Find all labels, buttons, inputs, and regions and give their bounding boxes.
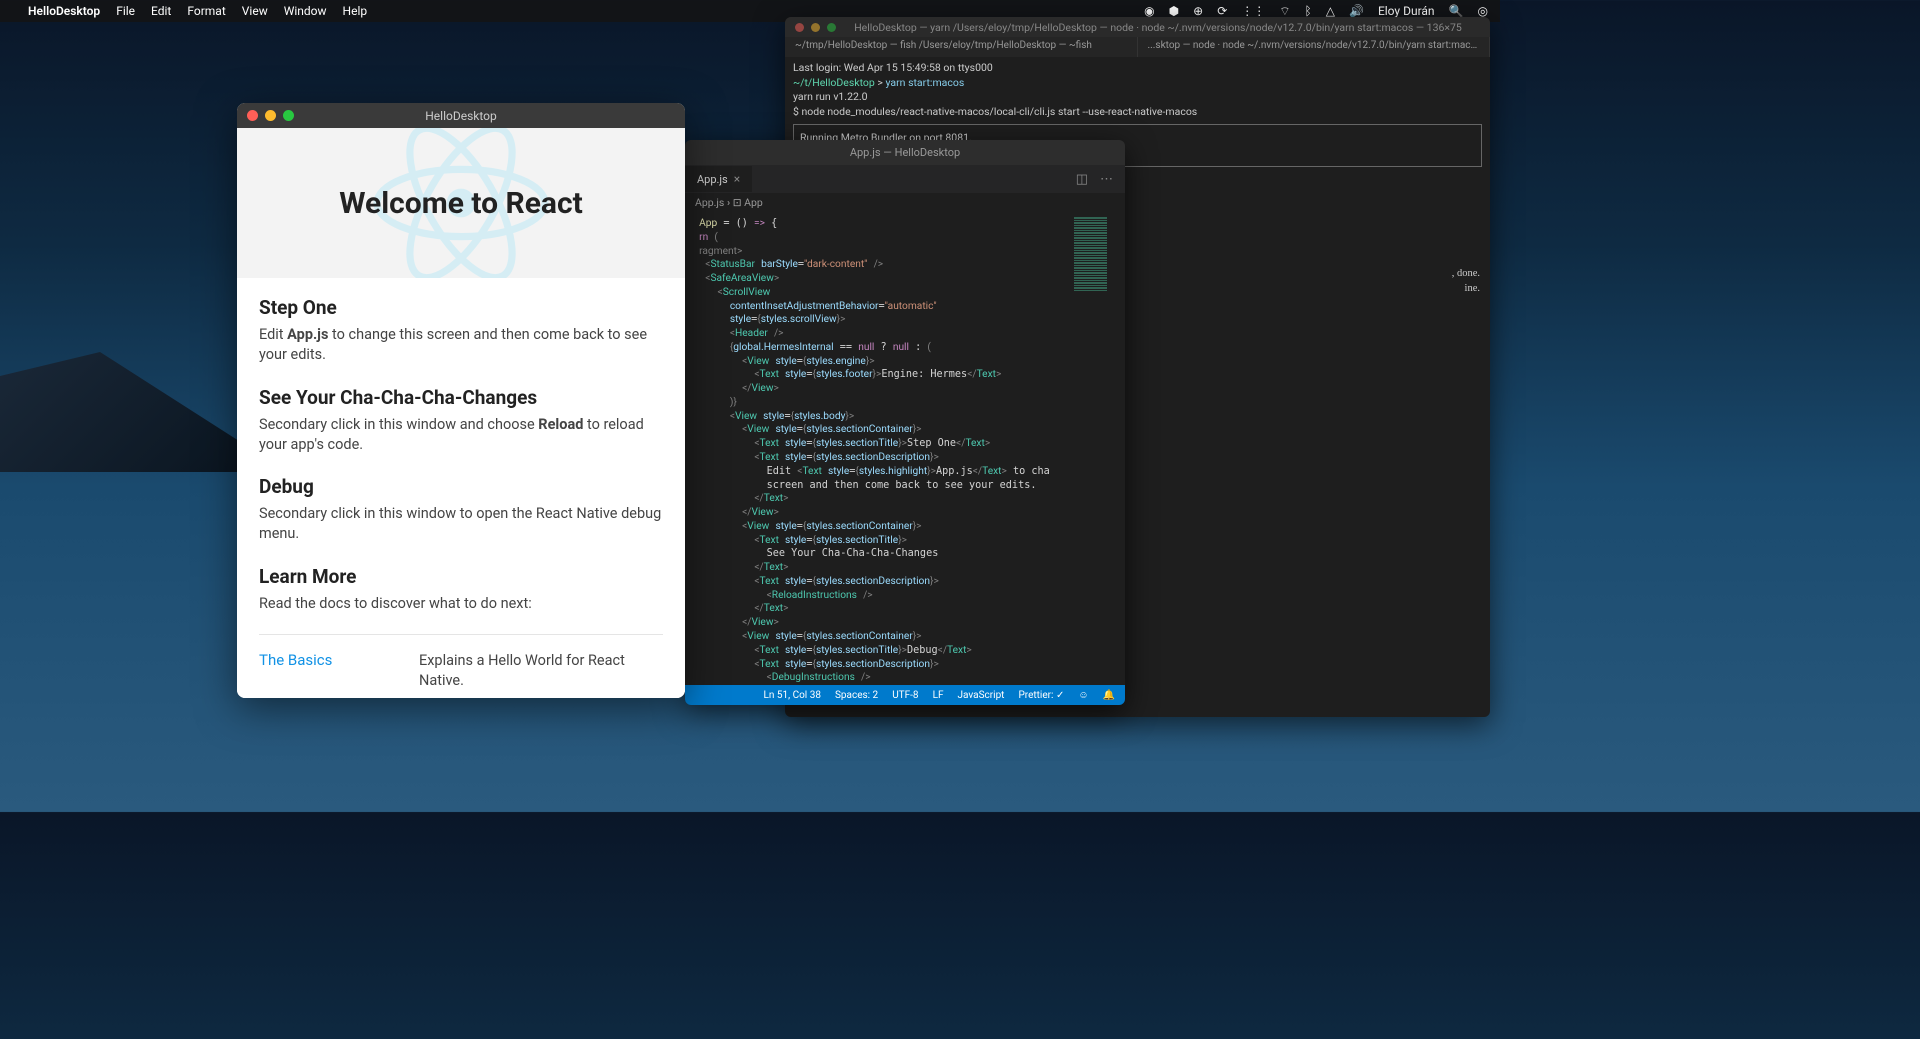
terminal-line: Last login: Wed Apr 15 15:49:58 on ttys0… xyxy=(793,61,1482,76)
section-title: Step One xyxy=(259,296,663,319)
menu-window[interactable]: Window xyxy=(284,4,327,18)
section-title: See Your Cha-Cha-Cha-Changes xyxy=(259,386,663,409)
terminal-line: , done. xyxy=(1452,267,1480,282)
link-title: The Basics xyxy=(259,651,399,690)
status-icon[interactable]: ⬢ xyxy=(1169,4,1179,18)
user-name[interactable]: Eloy Durán xyxy=(1378,4,1435,18)
minimize-icon[interactable] xyxy=(811,23,820,32)
vscode-tabstrip: App.js × ◫ ⋯ xyxy=(685,165,1125,193)
links-list: The Basics Explains a Hello World for Re… xyxy=(259,634,663,698)
maximize-icon[interactable] xyxy=(283,110,294,121)
app-content[interactable]: Step One Edit App.js to change this scre… xyxy=(237,278,685,698)
link-desc: Explains a Hello World for React Native. xyxy=(419,651,663,690)
hero-title: Welcome to React xyxy=(339,186,583,221)
app-title: HelloDesktop xyxy=(237,109,685,123)
menu-help[interactable]: Help xyxy=(343,4,368,18)
hero-section: Welcome to React xyxy=(237,128,685,278)
close-icon[interactable] xyxy=(795,23,804,32)
status-prettier[interactable]: Prettier: ✓ xyxy=(1018,690,1064,701)
terminal-tab[interactable]: ~/tmp/HelloDesktop — fish /Users/eloy/tm… xyxy=(785,37,1138,57)
terminal-line: ine. xyxy=(1465,282,1480,297)
bluetooth-icon[interactable]: ᛒ xyxy=(1305,4,1312,18)
bell-icon[interactable]: 🔔 xyxy=(1103,690,1115,701)
terminal-tabs: ~/tmp/HelloDesktop — fish /Users/eloy/tm… xyxy=(785,37,1490,57)
terminal-line: ~/t/HelloDesktop > yarn start:macos xyxy=(793,76,1482,91)
menu-view[interactable]: View xyxy=(242,4,268,18)
minimize-icon[interactable] xyxy=(265,110,276,121)
status-icon[interactable]: ⋮⋮ xyxy=(1241,4,1265,18)
status-icon[interactable]: ◉ xyxy=(1144,4,1154,18)
more-icon[interactable]: ⋯ xyxy=(1100,172,1113,187)
terminal-title: HelloDesktop — yarn /Users/eloy/tmp/Hell… xyxy=(836,21,1480,34)
section-debug: Debug Secondary click in this window to … xyxy=(259,475,663,545)
section-changes: See Your Cha-Cha-Cha-Changes Secondary c… xyxy=(259,386,663,456)
feedback-icon[interactable]: ☺ xyxy=(1078,690,1088,701)
minimap[interactable] xyxy=(1070,213,1125,685)
status-language[interactable]: JavaScript xyxy=(957,690,1004,701)
editor-tab[interactable]: App.js × xyxy=(685,166,752,192)
terminal-tab[interactable]: ...sktop — node · node ~/.nvm/versions/n… xyxy=(1138,37,1491,57)
menu-file[interactable]: File xyxy=(116,4,135,18)
code-editor[interactable]: App = () => { rn ( ragment> <StatusBar b… xyxy=(685,213,1070,685)
status-spaces[interactable]: Spaces: 2 xyxy=(835,690,878,701)
status-encoding[interactable]: UTF-8 xyxy=(892,690,918,701)
vscode-window: App.js — HelloDesktop App.js × ◫ ⋯ App.j… xyxy=(685,140,1125,705)
status-icon[interactable]: ⟳ xyxy=(1217,4,1227,18)
status-icon[interactable]: ⊕ xyxy=(1193,4,1203,18)
section-title: Debug xyxy=(259,475,663,498)
app-titlebar[interactable]: HelloDesktop xyxy=(237,103,685,128)
close-icon[interactable] xyxy=(247,110,258,121)
app-window: HelloDesktop Welcome to React Step One E… xyxy=(237,103,685,698)
breadcrumb[interactable]: App.js › ⊡ App xyxy=(685,193,1125,213)
status-cursor[interactable]: Ln 51, Col 38 xyxy=(764,690,821,701)
split-editor-icon[interactable]: ◫ xyxy=(1076,172,1088,187)
section-learn-more: Learn More Read the docs to discover wha… xyxy=(259,565,663,614)
section-body: Edit App.js to change this screen and th… xyxy=(259,325,663,366)
section-title: Learn More xyxy=(259,565,663,588)
status-icon[interactable]: △ xyxy=(1326,4,1335,18)
vscode-statusbar: Ln 51, Col 38 Spaces: 2 UTF-8 LF JavaScr… xyxy=(685,685,1125,705)
vscode-titlebar[interactable]: App.js — HelloDesktop xyxy=(685,140,1125,165)
app-menu[interactable]: HelloDesktop xyxy=(28,4,100,18)
maximize-icon[interactable] xyxy=(827,23,836,32)
link-row[interactable]: The Basics Explains a Hello World for Re… xyxy=(259,635,663,698)
siri-icon[interactable]: ◎ xyxy=(1478,4,1488,18)
terminal-line: yarn run v1.22.0 xyxy=(793,90,1482,105)
volume-icon[interactable]: 🔊 xyxy=(1349,4,1364,18)
section-body: Secondary click in this window and choos… xyxy=(259,415,663,456)
close-tab-icon[interactable]: × xyxy=(734,172,740,186)
section-body: Read the docs to discover what to do nex… xyxy=(259,594,663,614)
menu-format[interactable]: Format xyxy=(187,4,225,18)
terminal-titlebar[interactable]: HelloDesktop — yarn /Users/eloy/tmp/Hell… xyxy=(785,17,1490,37)
section-step-one: Step One Edit App.js to change this scre… xyxy=(259,296,663,366)
status-eol[interactable]: LF xyxy=(933,690,944,701)
menu-edit[interactable]: Edit xyxy=(151,4,171,18)
spotlight-icon[interactable]: 🔍 xyxy=(1449,4,1464,18)
section-body: Secondary click in this window to open t… xyxy=(259,504,663,545)
terminal-line: $ node node_modules/react-native-macos/l… xyxy=(793,105,1482,120)
